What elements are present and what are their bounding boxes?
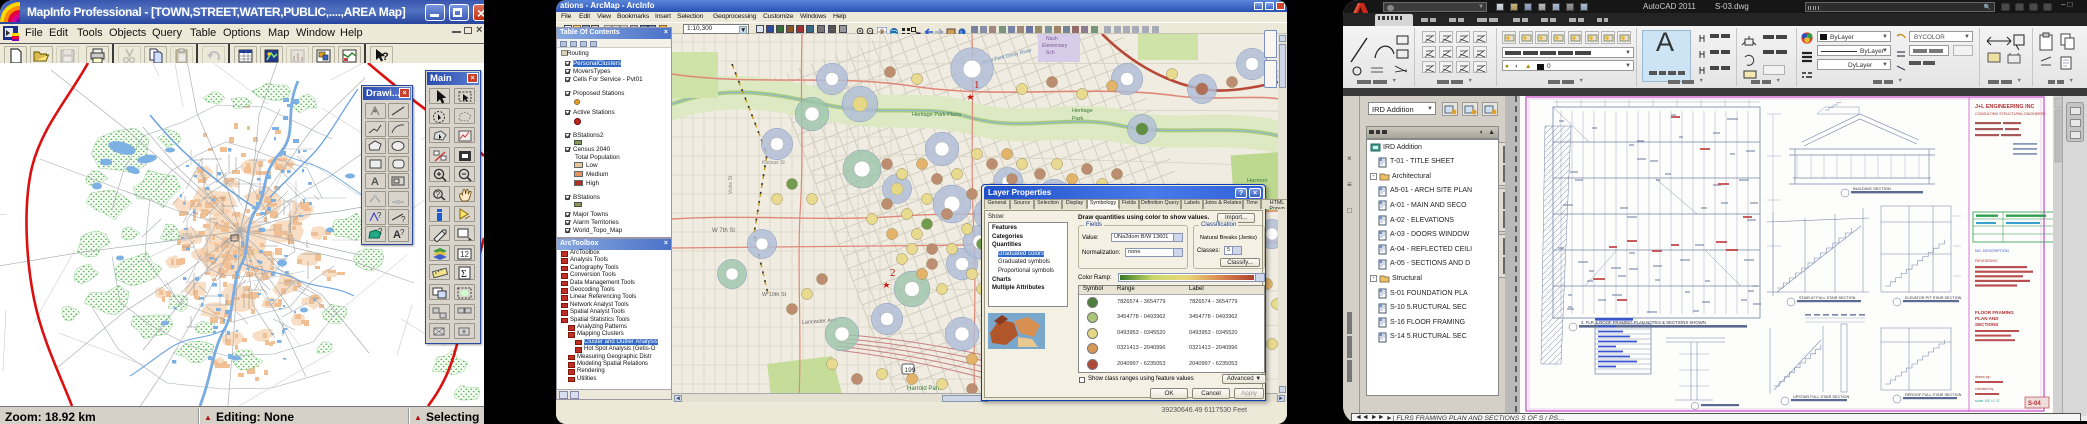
svg-text:SECTIONS: SECTIONS	[1975, 322, 1998, 327]
svg-text:CONSULTING STRUCTURAL ENGINEER: CONSULTING STRUCTURAL ENGINEERS	[1975, 112, 2046, 116]
svg-text:?: ?	[400, 228, 405, 237]
svg-text:1: 1	[974, 79, 980, 91]
svg-text:FLOOR FRAMING: FLOOR FRAMING	[1975, 310, 2014, 315]
svg-text:199: 199	[905, 367, 916, 374]
svg-text:NO. DESCRIPTION: NO. DESCRIPTION	[1975, 249, 2009, 253]
svg-text:?: ?	[401, 215, 406, 224]
svg-text:?: ?	[378, 227, 383, 236]
svg-text:2: 2	[890, 267, 896, 279]
svg-text:STAIR AT FULL STAIR SECTION: STAIR AT FULL STAIR SECTION	[1799, 296, 1856, 300]
svg-text:J+L ENGINEERING INC: J+L ENGINEERING INC	[1975, 104, 2034, 110]
svg-text:BUILDING SECTION: BUILDING SECTION	[1853, 186, 1891, 191]
svg-text:Vicke St: Vicke St	[728, 175, 734, 194]
svg-text:W 7th St: W 7th St	[712, 228, 735, 234]
svg-text:PLAN AND: PLAN AND	[1975, 316, 1999, 321]
svg-text:Kansas St: Kansas St	[762, 160, 785, 166]
svg-text:Park: Park	[1072, 116, 1084, 122]
svg-text:checked by:: checked by:	[1975, 387, 1994, 391]
svg-text:Harrold Park: Harrold Park	[907, 386, 942, 392]
svg-text:Σ: Σ	[461, 269, 467, 280]
svg-text:REVISIONS:: REVISIONS:	[1975, 258, 1998, 263]
svg-text:Sch: Sch	[1046, 50, 1055, 56]
svg-text:Elementary: Elementary	[1042, 43, 1068, 49]
svg-text:UPSTAIR FULL STAIR SECTION: UPSTAIR FULL STAIR SECTION	[1793, 395, 1850, 399]
svg-text:Heritage Park Plaza: Heritage Park Plaza	[912, 112, 962, 118]
svg-text:S-04: S-04	[2028, 401, 2041, 407]
svg-text:scale 1/8"=1'-0": scale 1/8"=1'-0"	[1975, 399, 2001, 403]
svg-text:Nash: Nash	[1046, 36, 1058, 42]
svg-text:ELEVATOR PIT STAIR SECTION: ELEVATOR PIT STAIR SECTION	[1905, 296, 1962, 300]
svg-text:A: A	[371, 176, 379, 188]
svg-text:Heritage: Heritage	[1072, 108, 1093, 114]
svg-text:REROOF FULL STAIR SECTION: REROOF FULL STAIR SECTION	[1905, 393, 1962, 397]
svg-text:12: 12	[460, 250, 469, 259]
svg-text:drawn by:: drawn by:	[1975, 375, 1991, 379]
svg-text:?: ?	[382, 51, 389, 63]
svg-text:?: ?	[377, 211, 382, 220]
svg-text:?: ?	[436, 190, 441, 199]
svg-text:W 10th St: W 10th St	[762, 292, 787, 298]
